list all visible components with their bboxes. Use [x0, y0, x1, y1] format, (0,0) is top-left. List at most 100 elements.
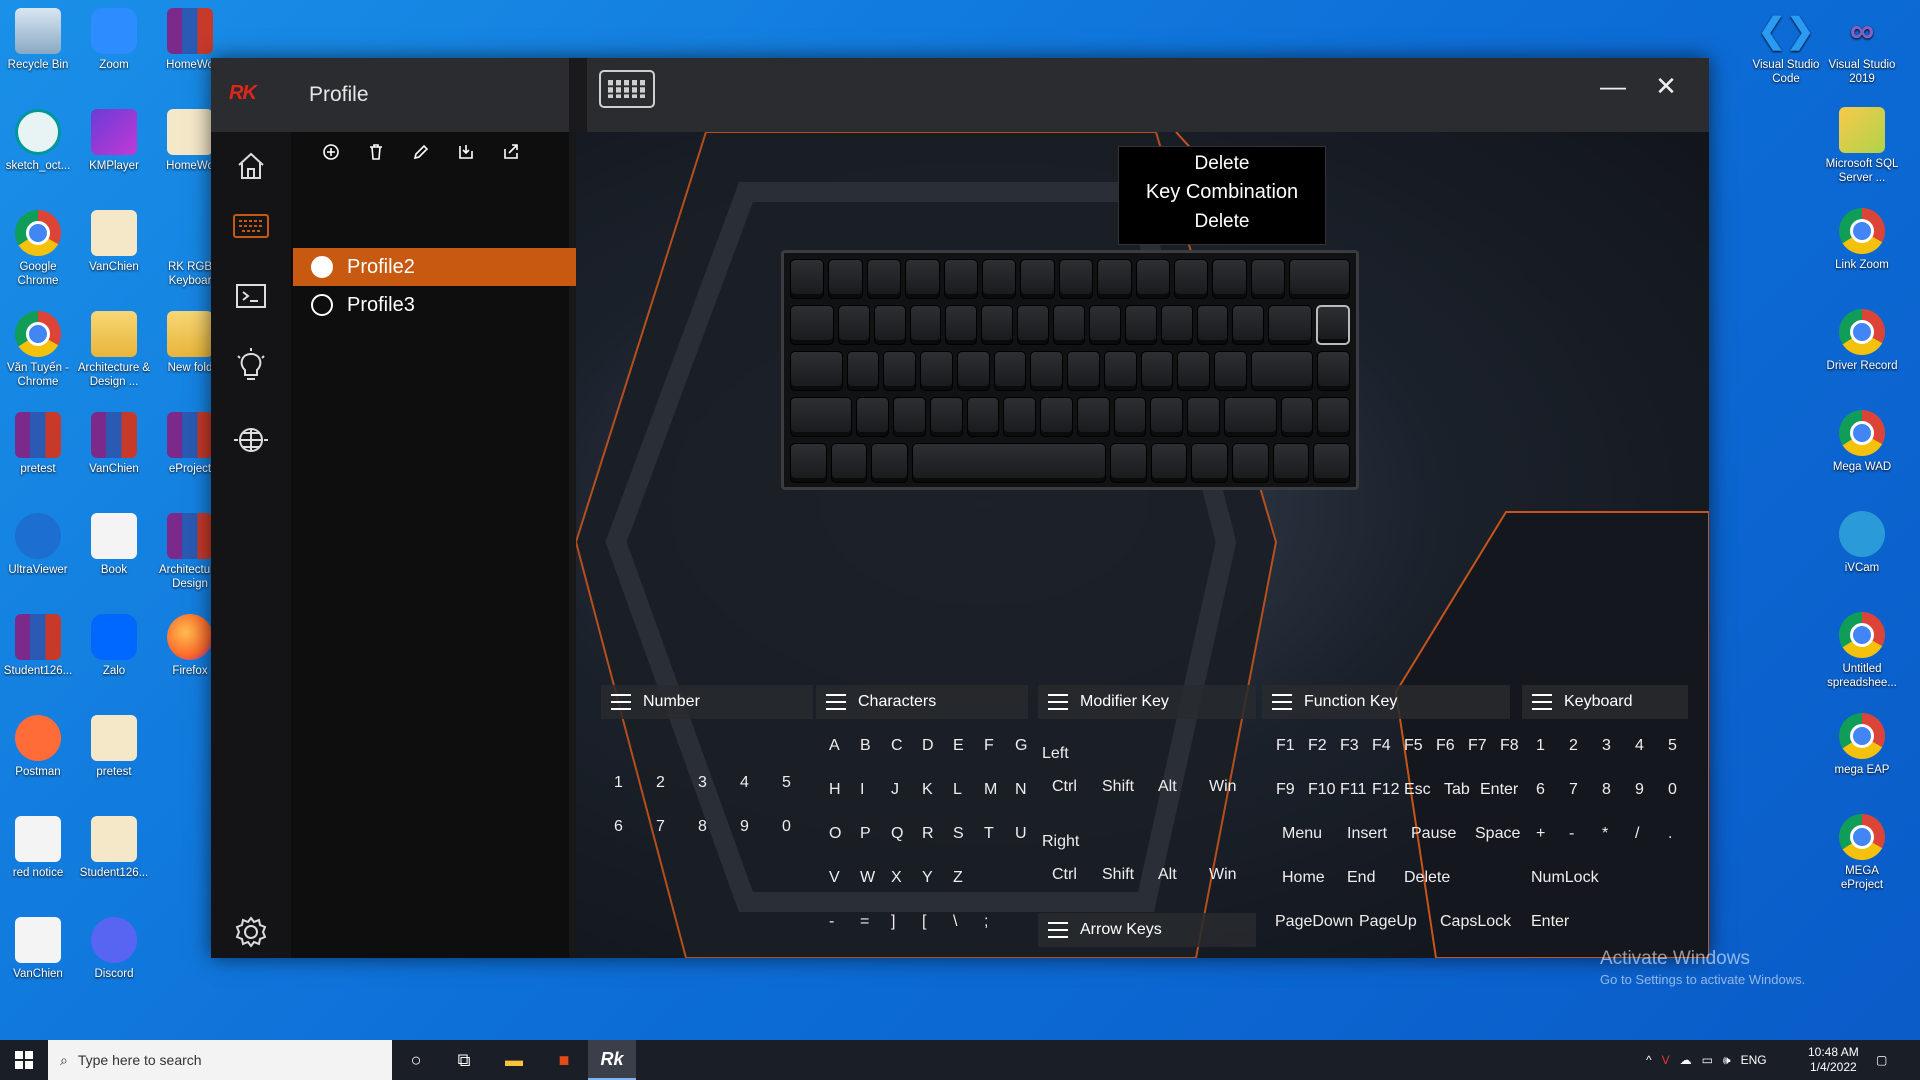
export-profile-icon[interactable] — [499, 140, 523, 164]
function-key[interactable]: F6 — [1436, 737, 1455, 755]
tray-app-icon[interactable]: V — [1662, 1053, 1670, 1067]
left-modifier-key[interactable]: Win — [1209, 778, 1237, 796]
keycap[interactable] — [1135, 259, 1171, 299]
character-key[interactable]: F — [984, 737, 994, 755]
desktop-icon[interactable]: pretest — [76, 709, 152, 779]
desktop-icon[interactable]: Architecture & Design ... — [76, 305, 152, 389]
function-key[interactable]: Enter — [1480, 781, 1518, 799]
character-key[interactable]: R — [922, 825, 934, 843]
keycap[interactable] — [1110, 443, 1147, 483]
desktop-icon[interactable]: VanChien — [76, 406, 152, 476]
add-profile-icon[interactable] — [319, 140, 343, 164]
network-icon[interactable]: ▭ — [1702, 1053, 1713, 1067]
keycap[interactable] — [1223, 397, 1277, 437]
desktop-icon[interactable]: Zalo — [76, 608, 152, 678]
function-key[interactable]: End — [1347, 869, 1375, 887]
keycap[interactable] — [1017, 305, 1050, 345]
keycap[interactable] — [871, 443, 908, 483]
onedrive-icon[interactable]: ☁ — [1680, 1053, 1692, 1067]
function-key[interactable]: F1 — [1276, 737, 1295, 755]
minimize-button[interactable]: — — [1593, 66, 1633, 106]
character-key[interactable]: \ — [953, 913, 957, 931]
desktop-icon[interactable]: Book — [76, 507, 152, 577]
arrow-category-header[interactable]: Arrow Keys — [1038, 913, 1256, 947]
character-key[interactable]: I — [860, 781, 864, 799]
numpad-key[interactable]: 3 — [1602, 737, 1611, 755]
desktop-icon[interactable]: Văn Tuyến - Chrome — [0, 305, 76, 389]
desktop-icon[interactable]: VanChien — [76, 204, 152, 274]
numpad-key[interactable]: - — [1569, 825, 1574, 843]
keycap[interactable] — [1053, 305, 1085, 345]
keycap[interactable] — [790, 259, 825, 299]
character-key[interactable]: U — [1015, 825, 1027, 843]
number-key[interactable]: 7 — [656, 818, 665, 836]
desktop-icon[interactable]: sketch_oct... — [0, 103, 76, 173]
number-key[interactable]: 2 — [656, 774, 665, 792]
keycap[interactable] — [1150, 397, 1184, 437]
character-key[interactable]: W — [860, 869, 875, 887]
function-key[interactable]: F5 — [1404, 737, 1423, 755]
desktop-icon[interactable]: Recycle Bin — [0, 2, 76, 72]
import-profile-icon[interactable] — [454, 140, 478, 164]
keycap[interactable] — [1150, 443, 1188, 483]
keycap[interactable] — [1191, 443, 1229, 483]
function-key[interactable]: PrintScreen — [1370, 957, 1454, 958]
keycap[interactable] — [1232, 443, 1269, 483]
character-key[interactable]: T — [984, 825, 994, 843]
keycap[interactable] — [837, 305, 870, 345]
keycap[interactable] — [1317, 397, 1350, 437]
character-key[interactable]: ] — [891, 913, 895, 931]
macro-terminal-icon[interactable] — [227, 272, 275, 320]
keycap[interactable] — [1174, 259, 1209, 299]
keycap[interactable] — [1058, 259, 1094, 299]
character-key[interactable]: = — [860, 913, 869, 931]
keycap[interactable] — [1088, 305, 1121, 345]
numpad-key[interactable]: 1 — [1536, 737, 1545, 755]
desktop-icon[interactable]: iVCam — [1824, 505, 1900, 575]
right-modifier-key[interactable]: Shift — [1102, 866, 1134, 884]
function-key[interactable]: F7 — [1468, 737, 1487, 755]
number-key[interactable]: 9 — [740, 818, 749, 836]
keycap[interactable] — [1040, 397, 1073, 437]
desktop-icon[interactable]: Mega WAD — [1824, 404, 1900, 474]
function-key[interactable]: Home — [1282, 869, 1325, 887]
keycap[interactable] — [1020, 259, 1055, 299]
keycap[interactable] — [1280, 397, 1314, 437]
language-indicator[interactable]: ENG — [1741, 1053, 1767, 1067]
numpad-key[interactable]: 6 — [1536, 781, 1545, 799]
keycap[interactable] — [790, 351, 843, 391]
function-key[interactable]: F3 — [1340, 737, 1359, 755]
keycap[interactable] — [1250, 351, 1314, 391]
character-key[interactable]: B — [860, 737, 871, 755]
keycap[interactable] — [920, 351, 953, 391]
keycap[interactable] — [1103, 351, 1137, 391]
desktop-icon[interactable]: Link Zoom — [1824, 202, 1900, 272]
keycap[interactable] — [981, 305, 1014, 345]
number-key[interactable]: 1 — [614, 774, 623, 792]
character-key[interactable]: Y — [922, 869, 933, 887]
function-key[interactable]: F12 — [1372, 781, 1400, 799]
character-key[interactable]: S — [953, 825, 964, 843]
keyboard-category-header[interactable]: Keyboard — [1522, 685, 1688, 719]
character-key[interactable]: C — [891, 737, 903, 755]
numpad-key[interactable]: * — [1602, 825, 1608, 843]
character-key[interactable]: - — [829, 913, 834, 931]
numpad-key[interactable]: 8 — [1602, 781, 1611, 799]
character-key[interactable]: [ — [922, 913, 926, 931]
keycap[interactable] — [873, 305, 906, 345]
function-key[interactable]: Insert — [1347, 825, 1387, 843]
character-key[interactable]: M — [984, 781, 997, 799]
desktop-icon[interactable]: red notice — [0, 810, 76, 880]
delete-profile-icon[interactable] — [364, 140, 388, 164]
character-key[interactable]: ` — [860, 957, 865, 958]
function-key[interactable]: F2 — [1308, 737, 1327, 755]
keycap[interactable] — [1214, 351, 1247, 391]
office-icon[interactable]: ■ — [540, 1040, 588, 1080]
desktop-icon[interactable]: Google Chrome — [0, 204, 76, 288]
characters-category-header[interactable]: Characters — [816, 685, 1028, 719]
keycap[interactable] — [1076, 397, 1110, 437]
keycap[interactable] — [856, 397, 890, 437]
profile-item[interactable]: Profile3 — [293, 286, 577, 324]
keycap[interactable] — [1140, 351, 1174, 391]
keycap[interactable] — [1177, 351, 1211, 391]
